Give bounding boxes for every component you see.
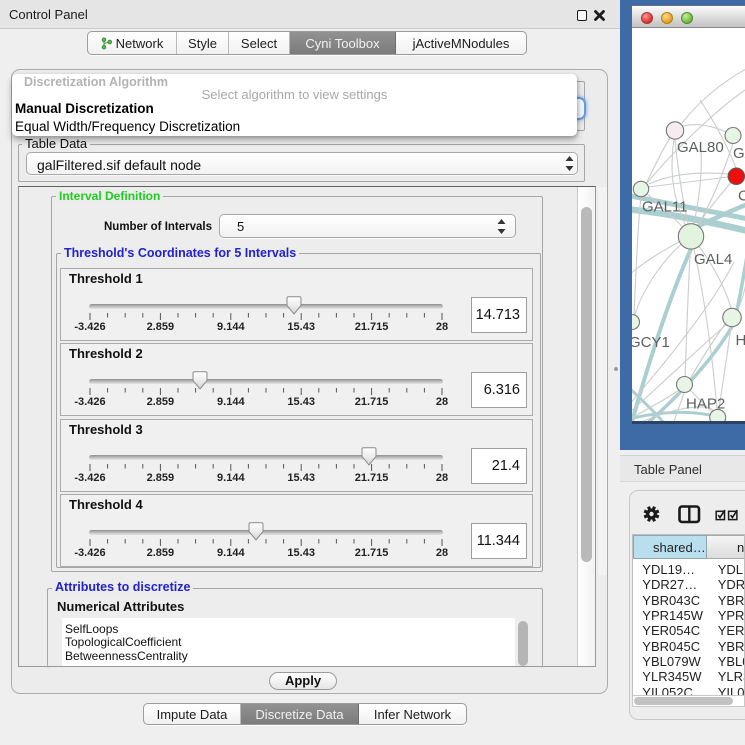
svg-text:GA: GA (733, 145, 745, 162)
svg-text:GAL4: GAL4 (694, 251, 732, 268)
svg-text:GAL80: GAL80 (677, 139, 724, 156)
svg-text:HAP2: HAP2 (686, 396, 725, 413)
svg-text:C: C (738, 188, 745, 205)
svg-text:GAL11: GAL11 (642, 199, 688, 216)
svg-text:GCY1: GCY1 (632, 334, 670, 351)
svg-text:H: H (736, 332, 745, 349)
